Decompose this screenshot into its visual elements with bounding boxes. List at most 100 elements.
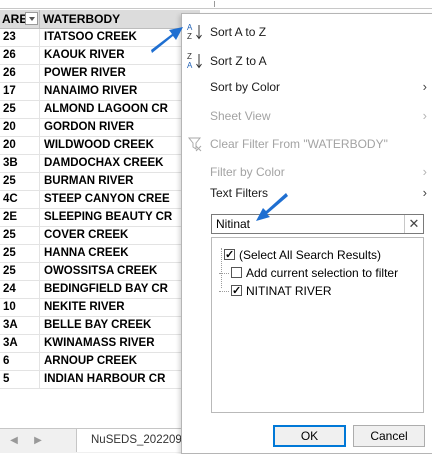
tree-connector: [219, 273, 229, 274]
divider-tick: [214, 1, 215, 7]
sort-a-to-z-item[interactable]: A Z Sort A to Z: [182, 21, 432, 43]
table-row[interactable]: 23 ITATSOO CREEK: [0, 29, 200, 47]
cell-area[interactable]: 10: [0, 299, 40, 316]
cell-waterbody[interactable]: OWOSSITSA CREEK: [40, 263, 200, 280]
cell-waterbody[interactable]: HANNA CREEK: [40, 245, 200, 262]
filter-list-item-label: Add current selection to filter: [246, 266, 399, 280]
column-header-waterbody[interactable]: WATERBODY: [40, 10, 200, 28]
cell-area[interactable]: 2E: [0, 209, 40, 226]
table-row[interactable]: 25 ALMOND LAGOON CR: [0, 101, 200, 119]
cell-area[interactable]: 25: [0, 245, 40, 262]
cell-area[interactable]: 24: [0, 281, 40, 298]
clear-search-icon[interactable]: ✕: [404, 215, 423, 233]
svg-text:A: A: [187, 61, 193, 70]
ok-button[interactable]: OK: [273, 425, 346, 447]
table-row[interactable]: 25 HANNA CREEK: [0, 245, 200, 263]
sort-by-color-label: Sort by Color: [210, 80, 281, 94]
table-row[interactable]: 20 GORDON RIVER: [0, 119, 200, 137]
cell-area[interactable]: 4C: [0, 191, 40, 208]
table-row[interactable]: 3B DAMDOCHAX CREEK: [0, 155, 200, 173]
cell-area[interactable]: 25: [0, 173, 40, 190]
cell-area[interactable]: 23: [0, 29, 40, 46]
sheet-tab-bar: ◀ ▶ NuSEDS_2022090: [0, 428, 200, 453]
table-row[interactable]: 25 BURMAN RIVER: [0, 173, 200, 191]
cell-waterbody[interactable]: COVER CREEK: [40, 227, 200, 244]
table-row[interactable]: 3A BELLE BAY CREEK: [0, 317, 200, 335]
sort-ascending-icon: A Z: [187, 23, 202, 41]
cell-area[interactable]: 5: [0, 371, 40, 388]
column-header-area[interactable]: AREA: [0, 10, 40, 28]
filter-search-input[interactable]: [214, 216, 408, 232]
cell-waterbody[interactable]: INDIAN HARBOUR CR: [40, 371, 200, 388]
worksheet-grid: AREA WATERBODY 23 ITATSOO CREEK 26 KAOUK RI…: [0, 10, 200, 389]
cell-waterbody[interactable]: POWER RIVER: [40, 65, 200, 82]
cell-waterbody[interactable]: WILDWOOD CREEK: [40, 137, 200, 154]
sheet-view-label: Sheet View: [210, 109, 271, 123]
table-row[interactable]: 20 WILDWOOD CREEK: [0, 137, 200, 155]
filter-search-box: ✕: [211, 214, 424, 234]
table-row[interactable]: 26 KAOUK RIVER: [0, 47, 200, 65]
cell-waterbody[interactable]: BEDINGFIELD BAY CR: [40, 281, 200, 298]
cell-area[interactable]: 26: [0, 47, 40, 64]
table-row[interactable]: 4C STEEP CANYON CREE: [0, 191, 200, 209]
cell-waterbody[interactable]: BURMAN RIVER: [40, 173, 200, 190]
filter-list-item-label: (Select All Search Results): [239, 248, 382, 262]
cell-area[interactable]: 25: [0, 101, 40, 118]
sort-z-to-a-label: Sort Z to A: [210, 54, 267, 68]
checkbox[interactable]: [231, 282, 242, 300]
table-row[interactable]: 25 OWOSSITSA CREEK: [0, 263, 200, 281]
cell-waterbody[interactable]: GORDON RIVER: [40, 119, 200, 136]
cell-area[interactable]: 3A: [0, 335, 40, 352]
clear-filter-item[interactable]: Clear Filter From "WATERBODY": [182, 133, 432, 155]
table-row[interactable]: 2E SLEEPING BEAUTY CR: [0, 209, 200, 227]
table-row[interactable]: 17 NANAIMO RIVER: [0, 83, 200, 101]
cell-area[interactable]: 6: [0, 353, 40, 370]
cancel-button[interactable]: Cancel: [353, 425, 425, 447]
cell-area[interactable]: 26: [0, 65, 40, 82]
sort-by-color-item[interactable]: Sort by Color ›: [182, 76, 432, 98]
cell-waterbody[interactable]: NANAIMO RIVER: [40, 83, 200, 100]
cell-area[interactable]: 3B: [0, 155, 40, 172]
chevron-right-icon: ›: [422, 108, 427, 123]
table-row[interactable]: 25 COVER CREEK: [0, 227, 200, 245]
cell-waterbody[interactable]: DAMDOCHAX CREEK: [40, 155, 200, 172]
table-row[interactable]: 26 POWER RIVER: [0, 65, 200, 83]
cell-waterbody[interactable]: KWINAMASS RIVER: [40, 335, 200, 352]
text-filters-item[interactable]: Text Filters ›: [182, 182, 432, 204]
table-body: 23 ITATSOO CREEK 26 KAOUK RIVER 26 POWER RIVE…: [0, 29, 200, 389]
cell-waterbody[interactable]: KAOUK RIVER: [40, 47, 200, 64]
table-row[interactable]: 6 ARNOUP CREEK: [0, 353, 200, 371]
cell-area[interactable]: 20: [0, 137, 40, 154]
cell-area[interactable]: 17: [0, 83, 40, 100]
filter-value-list: (Select All Search Results) Add current s…: [211, 237, 424, 413]
cell-waterbody[interactable]: STEEP CANYON CREE: [40, 191, 200, 208]
sheet-nav-next-button[interactable]: ▶: [30, 434, 46, 448]
cell-waterbody[interactable]: ITATSOO CREEK: [40, 29, 200, 46]
sort-z-to-a-item[interactable]: Z A Sort Z to A: [182, 50, 432, 72]
tree-connector: [219, 291, 229, 292]
svg-text:Z: Z: [187, 32, 192, 41]
cell-area[interactable]: 25: [0, 263, 40, 280]
table-row[interactable]: 3A KWINAMASS RIVER: [0, 335, 200, 353]
cell-area[interactable]: 3A: [0, 317, 40, 334]
filter-by-color-item[interactable]: Filter by Color ›: [182, 161, 432, 183]
checkbox[interactable]: [231, 267, 242, 278]
cell-waterbody[interactable]: ARNOUP CREEK: [40, 353, 200, 370]
sheet-nav-prev-button[interactable]: ◀: [6, 434, 22, 448]
filter-by-color-label: Filter by Color: [210, 165, 285, 179]
cell-waterbody[interactable]: ALMOND LAGOON CR: [40, 101, 200, 118]
sheet-view-item[interactable]: Sheet View ›: [182, 105, 432, 127]
table-row[interactable]: 10 NEKITE RIVER: [0, 299, 200, 317]
filter-dropdown-button[interactable]: [25, 12, 38, 25]
cell-area[interactable]: 25: [0, 227, 40, 244]
checkbox[interactable]: [224, 246, 235, 264]
cell-waterbody[interactable]: NEKITE RIVER: [40, 299, 200, 316]
sort-descending-icon: Z A: [187, 52, 202, 70]
cell-waterbody[interactable]: BELLE BAY CREEK: [40, 317, 200, 334]
text-filters-label: Text Filters: [210, 186, 269, 200]
cell-area[interactable]: 20: [0, 119, 40, 136]
table-row[interactable]: 5 INDIAN HARBOUR CR: [0, 371, 200, 389]
cell-waterbody[interactable]: SLEEPING BEAUTY CR: [40, 209, 200, 226]
autofilter-menu: A Z Sort A to Z Z A Sort Z to A Sort by …: [181, 13, 432, 454]
table-row[interactable]: 24 BEDINGFIELD BAY CR: [0, 281, 200, 299]
